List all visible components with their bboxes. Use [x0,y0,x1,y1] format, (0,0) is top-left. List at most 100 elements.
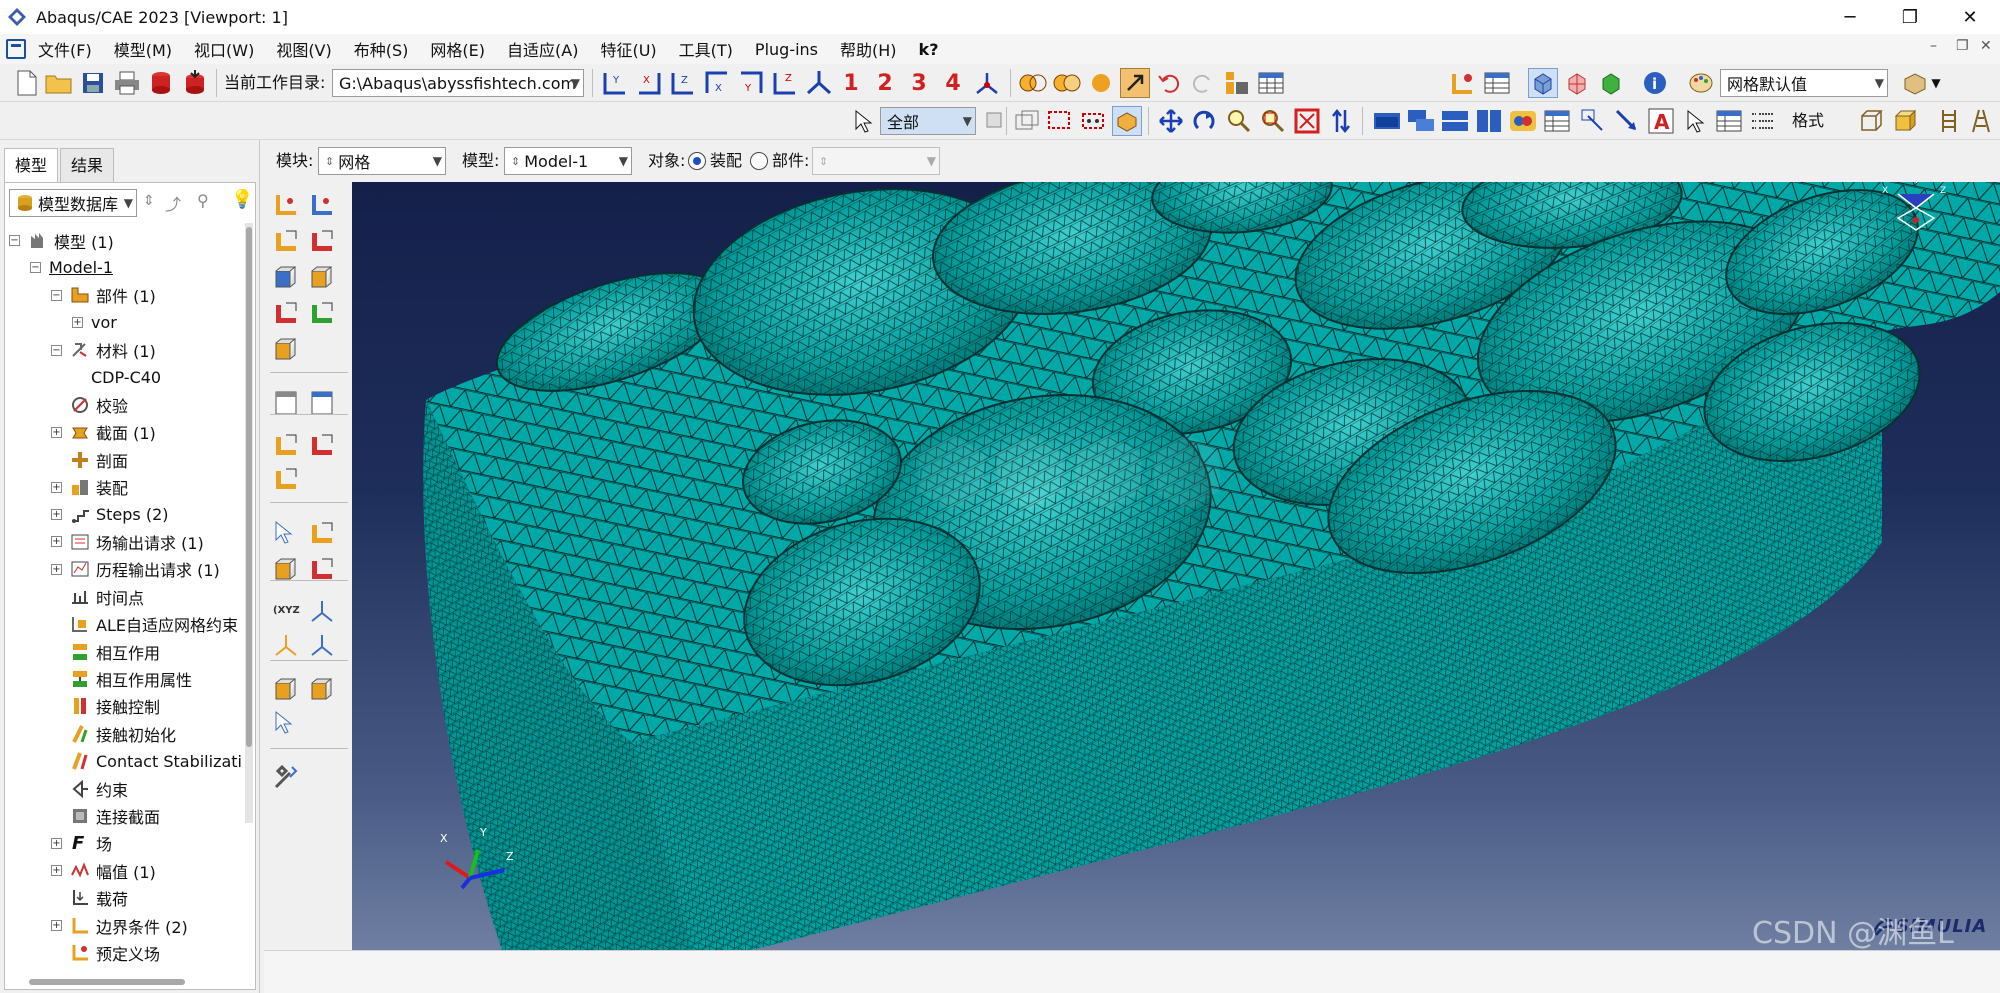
open-database-icon[interactable] [146,68,176,98]
minimize-button[interactable]: ─ [1820,0,1880,34]
view-2-button[interactable]: 2 [870,68,900,98]
ladder-icon[interactable] [1934,106,1964,136]
seed-edges-icon[interactable] [306,190,338,220]
tree-item-amplitudes[interactable]: + 幅值 (1) [51,857,156,884]
wireframe-cube-icon[interactable] [1856,106,1886,136]
mdi-restore-button[interactable]: ❐ [1956,38,1969,54]
assembly-radio[interactable] [688,152,706,170]
auto-fit-icon[interactable] [1292,106,1322,136]
menu-plugins[interactable]: Plug-ins [755,40,818,59]
context-help-button[interactable]: k? [919,40,939,59]
tree-item-part-vor[interactable]: + vor [72,309,117,336]
scrollbar-thumb[interactable] [246,227,252,747]
box-zoom-icon[interactable] [1258,106,1288,136]
collapse-icon[interactable]: − [9,235,20,246]
part-radio[interactable] [750,152,768,170]
tools-icon[interactable] [270,762,302,792]
viewport-annotations-icon[interactable] [1508,106,1538,136]
menu-file[interactable]: 文件(F) [38,37,92,61]
collapse-icon[interactable]: − [51,289,62,301]
cascade-viewports-icon[interactable] [1406,106,1436,136]
seed-part-instance-icon[interactable] [270,190,302,220]
tree-item-contact-stabilizations[interactable]: Contact Stabilizati [51,748,242,775]
save-icon[interactable] [78,68,108,98]
partition-edge-icon[interactable] [270,430,302,460]
arrow-annotation-icon[interactable] [1612,106,1642,136]
list-icon[interactable] [1748,106,1778,136]
pointer-icon[interactable] [1680,106,1710,136]
select-cursor-icon[interactable] [848,106,878,136]
tree-item-time-points[interactable]: 时间点 [51,583,144,610]
create-arrow-icon[interactable] [1578,106,1608,136]
tree-item-models[interactable]: − 模型 (1) [9,227,114,254]
mesh-edges-icon[interactable] [1562,68,1592,98]
tree-item-contact-controls[interactable]: 接触控制 [51,693,160,720]
tree-item-boundary-conditions[interactable]: + 边界条件 (2) [51,912,188,939]
expand-icon[interactable]: + [51,509,62,520]
replace-icon[interactable] [270,708,302,738]
render-wireframe-icon[interactable] [1018,68,1048,98]
query-mesh-icon[interactable] [270,518,302,548]
datum-point-icon[interactable]: (XYZ) [270,596,302,626]
view-top-icon[interactable]: Z [668,68,698,98]
edit-mesh-icon[interactable] [306,518,338,548]
menu-mesh[interactable]: 网格(E) [430,37,485,61]
verify-mesh-icon[interactable] [306,298,338,328]
mdi-minimize-button[interactable]: – [1930,38,1937,54]
menu-help[interactable]: 帮助(H) [840,37,897,61]
tree-item-history-output-requests[interactable]: + 历程输出请求 (1) [51,556,220,583]
model-tree-table-icon[interactable] [1482,68,1512,98]
render-shaded-icon[interactable] [1086,68,1116,98]
expand-icon[interactable]: + [51,865,62,877]
save-database-icon[interactable] [180,68,210,98]
mdi-close-button[interactable]: ✕ [1980,38,1992,54]
mesh-region-icon[interactable] [270,334,302,364]
view-right-icon[interactable]: Z [770,68,800,98]
tree-item-parts[interactable]: − 部件 (1) [51,282,156,309]
tree-item-connector-sections[interactable]: 连接截面 [51,802,160,829]
tree-item-model-1[interactable]: − Model-1 [30,254,113,281]
expand-icon[interactable]: + [51,920,62,931]
assign-element-type-icon[interactable] [306,262,338,292]
ladder-alt-icon[interactable] [1966,106,1996,136]
tree-item-calibrations[interactable]: 校验 [51,391,128,418]
selection-filter-combo[interactable]: 全部 ▼ [880,107,976,135]
display-group-table-icon[interactable] [1714,106,1744,136]
view-axes-icon[interactable] [972,68,1002,98]
datum-csys-icon[interactable] [306,630,338,660]
tab-model[interactable]: 模型 [4,148,59,182]
expand-icon[interactable]: + [51,536,62,548]
close-button[interactable]: ✕ [1940,0,2000,34]
delete-instance-seed-icon[interactable] [306,226,338,256]
tree-item-constraints[interactable]: 约束 [51,775,128,802]
tree-item-loads[interactable]: 载荷 [51,885,128,912]
query-tool-icon[interactable] [1120,68,1150,98]
tree-item-steps[interactable]: + Steps (2) [51,501,169,528]
model-combo[interactable]: ⇕ Model-1 ▼ [504,147,632,175]
assign-mesh-controls-icon[interactable] [270,262,302,292]
box-select-icon[interactable] [1044,106,1074,136]
lightbulb-icon[interactable]: 💡 [231,189,253,210]
tree-source-combo[interactable]: 模型数据库 ▼ [9,189,137,217]
datum-plane-icon[interactable] [270,630,302,660]
undo-icon[interactable] [1154,68,1184,98]
sort-icon[interactable]: ⇕ [143,193,155,209]
view-left-icon[interactable]: Y [736,68,766,98]
view-3-button[interactable]: 3 [904,68,934,98]
tree-item-materials[interactable]: − 材料 (1) [51,337,156,364]
render-hidden-icon[interactable] [1052,68,1082,98]
pan-icon[interactable] [1156,106,1186,136]
view-4-button[interactable]: 4 [938,68,968,98]
cycle-views-icon[interactable] [1326,106,1356,136]
partition-face-icon[interactable] [306,430,338,460]
menu-model[interactable]: 模型(M) [114,37,172,61]
expand-icon[interactable]: + [51,837,62,849]
datum-axis-icon[interactable] [306,596,338,626]
menu-feature[interactable]: 特征(U) [600,37,656,61]
view-back-icon[interactable]: X [634,68,664,98]
maximize-button[interactable]: ❐ [1880,0,1940,34]
text-annotation-icon[interactable]: A [1646,106,1676,136]
open-folder-icon[interactable] [44,68,74,98]
collapse-icon[interactable]: − [51,344,62,356]
redo-icon[interactable] [1188,68,1218,98]
